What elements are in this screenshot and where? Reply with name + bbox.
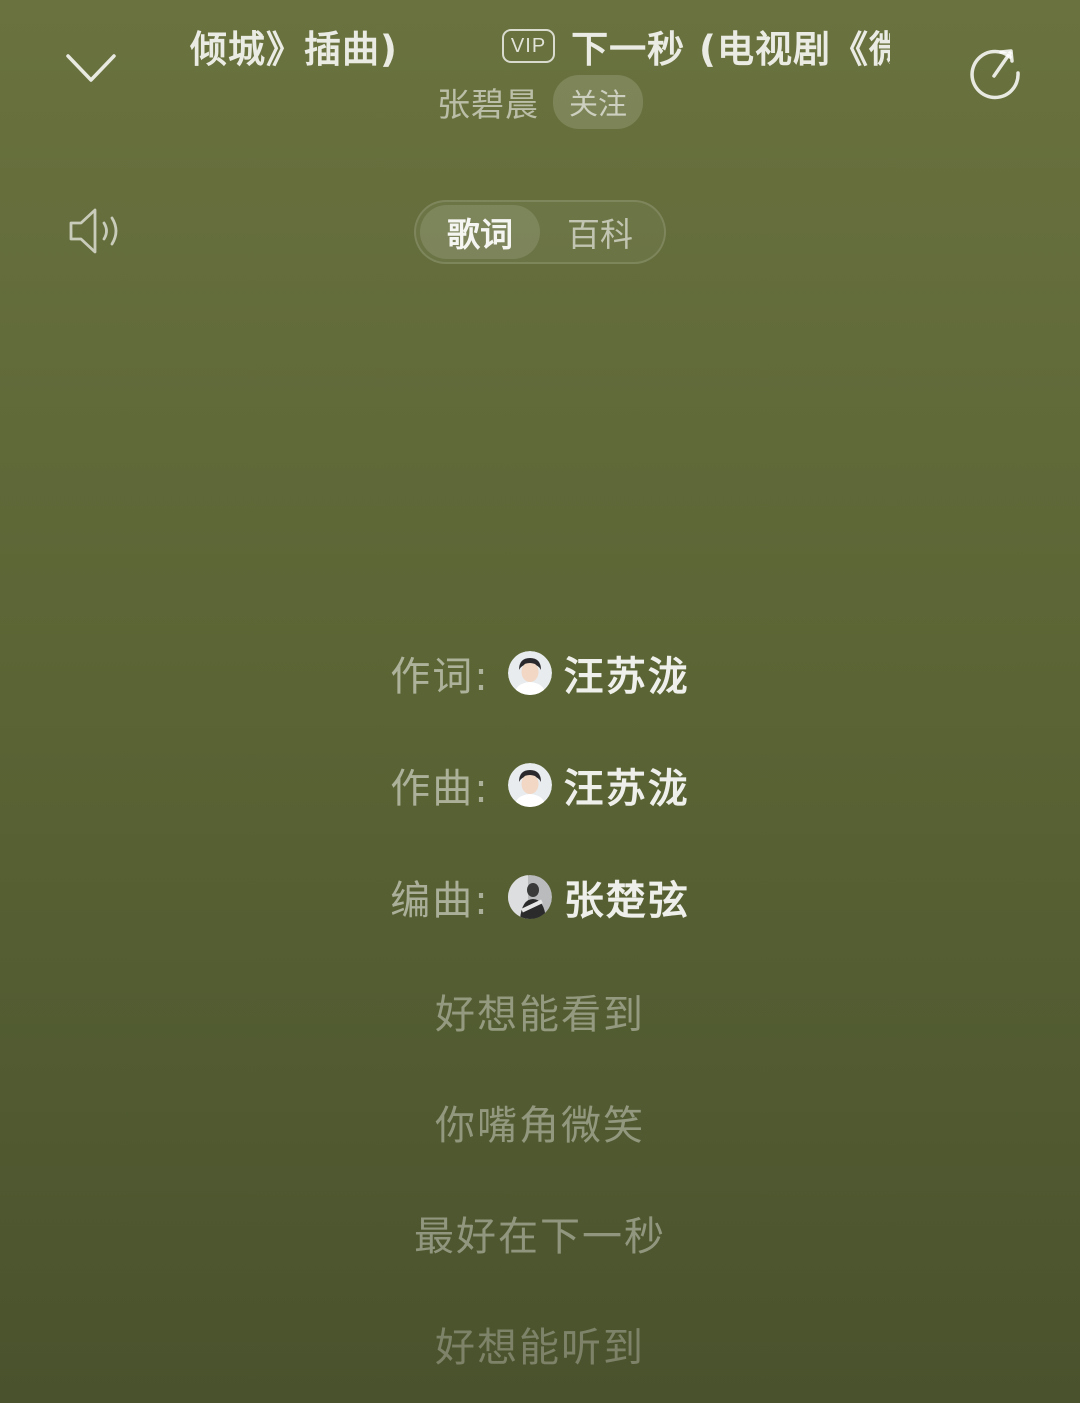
share-button[interactable] <box>962 40 1028 106</box>
credit-name[interactable]: 张楚弦 <box>564 868 690 926</box>
lyric-line[interactable]: 你嘴角微笑 <box>0 1093 1080 1151</box>
lyric-line[interactable]: 好想能看到 <box>0 982 1080 1040</box>
credit-name[interactable]: 汪苏泷 <box>564 644 690 702</box>
lyric-line[interactable]: 好想能听到 <box>0 1315 1080 1373</box>
song-title-tail: 倾城》插曲) <box>190 28 398 71</box>
tab-encyclopedia[interactable]: 百科 <box>540 205 660 259</box>
artist-name[interactable]: 张碧晨 <box>437 78 539 126</box>
credit-lyricist: 作词: 汪苏泷 <box>0 638 1080 708</box>
credit-role-label: 作曲: <box>390 766 490 812</box>
avatar[interactable] <box>507 763 552 807</box>
lyrics-info-tab-switch: 歌词 百科 <box>414 200 666 264</box>
avatar[interactable] <box>507 651 552 695</box>
follow-button[interactable]: 关注 <box>552 75 643 129</box>
artist-row: 张碧晨 关注 <box>0 75 1080 129</box>
song-title-head: 下一秒 (电视剧《微 <box>571 28 890 71</box>
volume-icon <box>69 208 118 254</box>
share-icon <box>970 49 1020 100</box>
tab-lyrics[interactable]: 歌词 <box>420 205 540 259</box>
vip-badge: VIP <box>501 29 556 63</box>
credit-role-label: 作词: <box>390 654 490 700</box>
song-title-marquee: 倾城》插曲) VIP 下一秒 (电视剧《微 <box>190 18 890 74</box>
credit-arranger: 编曲: 张楚弦 <box>0 862 1080 932</box>
credit-role-label: 编曲: <box>390 878 490 924</box>
credit-name[interactable]: 汪苏泷 <box>564 756 690 814</box>
lyric-line[interactable]: 最好在下一秒 <box>0 1204 1080 1262</box>
credit-composer: 作曲: 汪苏泷 <box>0 750 1080 820</box>
volume-button[interactable] <box>62 198 128 264</box>
avatar[interactable] <box>507 875 552 919</box>
